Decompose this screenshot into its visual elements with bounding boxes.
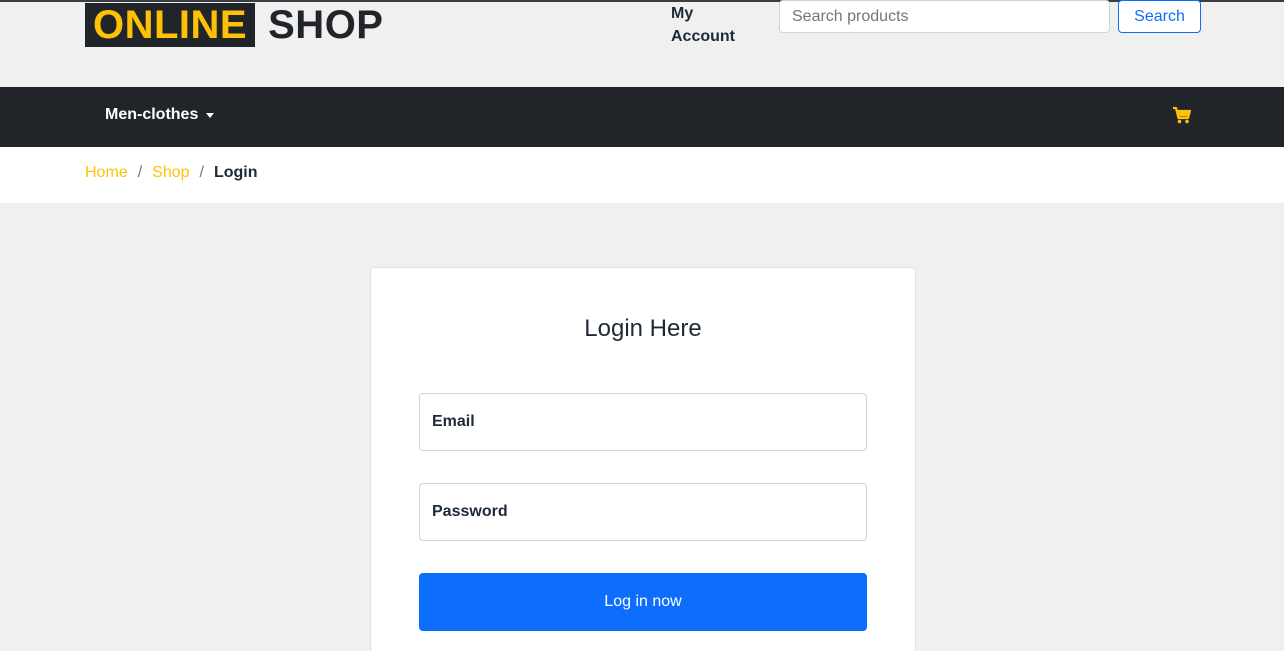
search-input[interactable] [779,0,1110,33]
breadcrumb: Home / Shop / Login [85,164,258,182]
login-card: Login Here Log in now [370,267,916,651]
my-account-link[interactable]: My Account [671,2,751,48]
breadcrumb-bar: Home / Shop / Login [0,147,1284,203]
site-logo[interactable]: ONLINE SHOP [85,2,383,48]
nav-dropdown-label: Men-clothes [105,106,199,123]
caret-down-icon [206,112,215,118]
shopping-cart-icon[interactable] [1172,105,1192,125]
breadcrumb-home[interactable]: Home [85,164,128,182]
email-field[interactable] [419,393,867,451]
nav-dropdown-men-clothes[interactable]: Men-clothes [105,106,215,124]
login-title: Login Here [584,315,702,342]
top-header: ONLINE SHOP My Account Search [0,0,1284,87]
search-button[interactable]: Search [1118,0,1201,33]
breadcrumb-separator: / [199,164,204,181]
password-field[interactable] [419,483,867,541]
login-button[interactable]: Log in now [419,573,867,631]
breadcrumb-separator: / [137,164,143,181]
breadcrumb-shop[interactable]: Shop [152,164,189,182]
logo-part-shop: SHOP [268,3,384,47]
main-navbar: Men-clothes [0,87,1284,147]
logo-part-online: ONLINE [85,3,256,47]
breadcrumb-current: Login [213,164,258,181]
